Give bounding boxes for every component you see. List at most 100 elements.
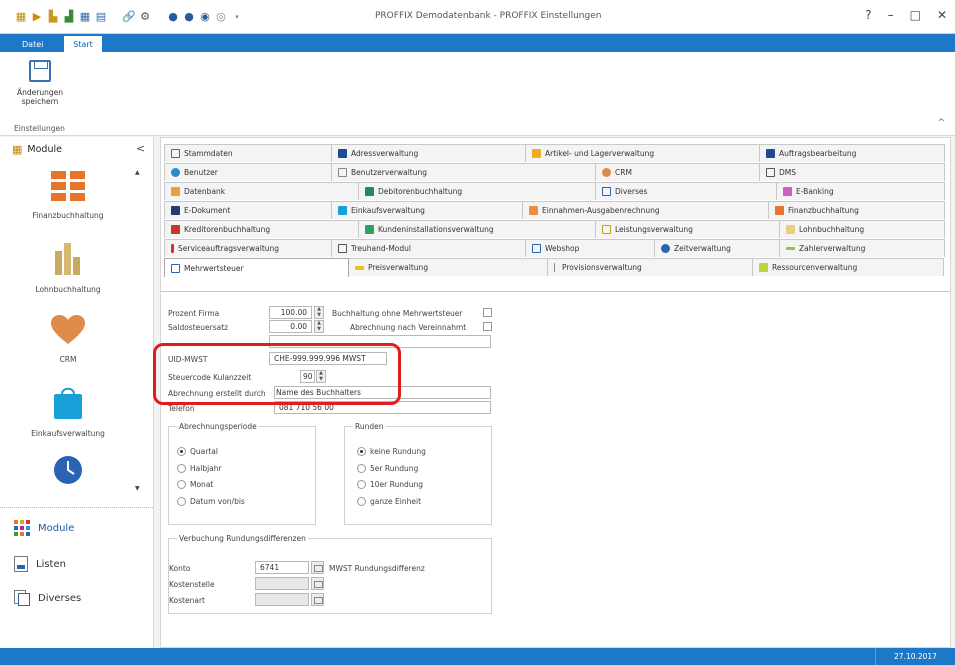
forward-icon[interactable]: ◉ [198, 10, 212, 24]
radio-10er-rundung[interactable]: 10er Rundung [357, 480, 423, 489]
module-finanzbuchhaltung[interactable]: Finanzbuchhaltung [8, 171, 128, 220]
minimize-button[interactable]: – [888, 8, 894, 22]
tab-kundeninstallation[interactable]: Kundeninstallationsverwaltung [358, 220, 596, 238]
saldosteuersatz-input[interactable]: 0.00 [269, 320, 312, 333]
tab-lohnbuchhaltung[interactable]: Lohnbuchhaltung [779, 220, 945, 238]
arrow-icon[interactable]: ▶ [30, 10, 44, 24]
radio-keine-rundung[interactable]: keine Rundung [357, 447, 426, 456]
tab-artikelverwaltung[interactable]: Artikel- und Lagerverwaltung [525, 144, 760, 162]
tab-leistungsverwaltung[interactable]: Leistungsverwaltung [595, 220, 780, 238]
konto-input[interactable]: 6741 [255, 561, 309, 574]
tab-einkaufsverwaltung[interactable]: Einkaufsverwaltung [331, 201, 523, 219]
nav-scroll-up-icon[interactable]: ▲ [135, 169, 140, 176]
tab-adressverwaltung[interactable]: Adressverwaltung [331, 144, 526, 162]
radio-5er-rundung[interactable]: 5er Rundung [357, 464, 418, 473]
bar-chart-alt-icon[interactable]: ▟ [62, 10, 76, 24]
tab-stammdaten[interactable]: Stammdaten [164, 144, 332, 162]
info-icon[interactable]: ● [182, 10, 196, 24]
tab-row-1: Stammdaten Adressverwaltung Artikel- und… [164, 144, 945, 162]
module-einkaufsverwaltung[interactable]: Einkaufsverwaltung [8, 385, 128, 438]
radio-datum[interactable]: Datum von/bis [177, 497, 245, 506]
tab-ressourcenverwaltung[interactable]: Ressourcenverwaltung [752, 258, 944, 276]
edocument-icon [171, 206, 180, 215]
module-crm[interactable]: CRM [8, 315, 128, 364]
saldosteuersatz-spinner[interactable]: ▲ ▼ [314, 320, 324, 333]
tab-benutzerverwaltung[interactable]: Benutzerverwaltung [331, 163, 596, 181]
tab-auftragsbearbeitung[interactable]: Auftragsbearbeitung [759, 144, 945, 162]
telefon-input[interactable]: 081 710 56 00 [274, 401, 491, 414]
tab-serviceauftrag[interactable]: Serviceauftragsverwaltung [164, 239, 332, 257]
nav-button-listen[interactable]: Listen [14, 556, 66, 572]
nav-collapse-button[interactable]: < [136, 142, 145, 155]
tab-dms[interactable]: DMS [759, 163, 945, 181]
kostenstelle-input[interactable] [255, 577, 309, 590]
help-button[interactable]: ? [865, 8, 871, 22]
tab-file[interactable]: Datei [14, 36, 52, 52]
settings-icon[interactable]: ⚙ [138, 10, 152, 24]
save-changes-button[interactable]: Änderungen speichern [14, 60, 66, 106]
uid-mwst-input[interactable]: CHE-999.999.996 MWST [269, 352, 387, 365]
tab-edokument[interactable]: E-Dokument [164, 201, 332, 219]
kostenstelle-picker-button[interactable] [311, 577, 324, 590]
prozent-firma-input[interactable]: 100.00 [269, 306, 312, 319]
tab-zeitverwaltung[interactable]: Zeitverwaltung [654, 239, 780, 257]
tab-kreditorenbuchhaltung[interactable]: Kreditorenbuchhaltung [164, 220, 359, 238]
tab-provisionsverwaltung[interactable]: Provisionsverwaltung [547, 258, 753, 276]
tab-preisverwaltung[interactable]: Preisverwaltung [348, 258, 548, 276]
radio-quartal[interactable]: Quartal [177, 447, 218, 456]
tab-diverses[interactable]: Diverses [595, 182, 777, 200]
ohne-mwst-checkbox[interactable] [483, 308, 492, 317]
tab-einnahmen-ausgaben[interactable]: Einnahmen-Ausgabenrechnung [522, 201, 769, 219]
radio-ganze-einheit[interactable]: ganze Einheit [357, 497, 421, 506]
ribbon-collapse-button[interactable]: ^ [937, 118, 945, 128]
kostenart-input[interactable] [255, 593, 309, 606]
ribbon-group-label: Einstellungen [14, 124, 65, 133]
tab-ebanking[interactable]: E-Banking [776, 182, 945, 200]
link-icon[interactable]: 🔗 [122, 10, 136, 24]
tab-finanzbuchhaltung[interactable]: Finanzbuchhaltung [768, 201, 945, 219]
nav-scroll-down-icon[interactable]: ▼ [135, 485, 140, 492]
radio-halbjahr-dot [177, 464, 186, 473]
document-icon[interactable]: ▤ [94, 10, 108, 24]
help-icon[interactable]: ● [166, 10, 180, 24]
status-bar: 27.10.2017 [0, 648, 955, 665]
radio-ganze-einheit-dot [357, 497, 366, 506]
module-zeitverwaltung[interactable] [8, 455, 128, 495]
blank-field[interactable] [269, 335, 491, 348]
radio-halbjahr[interactable]: Halbjahr [177, 464, 222, 473]
nav-button-module[interactable]: Module [14, 520, 74, 536]
database-icon [171, 187, 180, 196]
dropdown-icon[interactable]: ▾ [230, 10, 244, 24]
tab-debitorenbuchhaltung[interactable]: Debitorenbuchhaltung [358, 182, 596, 200]
tab-benutzer[interactable]: Benutzer [164, 163, 332, 181]
tab-treuhand[interactable]: Treuhand-Modul [331, 239, 526, 257]
abrechnung-durch-input[interactable]: Name des Buchhalters [274, 386, 491, 399]
tab-webshop[interactable]: Webshop [525, 239, 655, 257]
dms-icon [766, 168, 775, 177]
navigation-pane: ▦ Module < ▲ Finanzbuchhaltung Lohnbuchh… [0, 137, 154, 648]
steuercode-spinner[interactable]: ▲ ▼ [316, 370, 326, 383]
vereinnahmt-checkbox[interactable] [483, 322, 492, 331]
shopping-bag-icon [54, 387, 82, 419]
steuercode-input[interactable]: 90 [300, 370, 315, 383]
kostenart-picker-button[interactable] [311, 593, 324, 606]
bar-chart-icon[interactable]: ▙ [46, 10, 60, 24]
radio-monat[interactable]: Monat [177, 480, 213, 489]
module-lohnbuchhaltung[interactable]: Lohnbuchhaltung [8, 243, 128, 294]
close-button[interactable]: ✕ [937, 8, 947, 22]
tab-datenbank[interactable]: Datenbank [164, 182, 359, 200]
creditor-icon [171, 225, 180, 234]
konto-picker-button[interactable] [311, 561, 324, 574]
ribbon-tabs: Datei Start [0, 34, 955, 52]
tab-crm[interactable]: CRM [595, 163, 760, 181]
nav-splitter[interactable] [0, 507, 153, 508]
tab-mehrwertsteuer[interactable]: Mehrwertsteuer [164, 258, 349, 277]
maximize-button[interactable]: □ [910, 8, 921, 22]
tab-start[interactable]: Start [64, 36, 102, 52]
support-icon[interactable]: ◎ [214, 10, 228, 24]
prozent-firma-spinner[interactable]: ▲ ▼ [314, 306, 324, 319]
nav-button-diverses[interactable]: Diverses [14, 590, 81, 606]
table-icon[interactable]: ▦ [78, 10, 92, 24]
tab-zahlerverwaltung[interactable]: Zahlerverwaltung [779, 239, 945, 257]
grid-icon[interactable]: ▦ [14, 10, 28, 24]
